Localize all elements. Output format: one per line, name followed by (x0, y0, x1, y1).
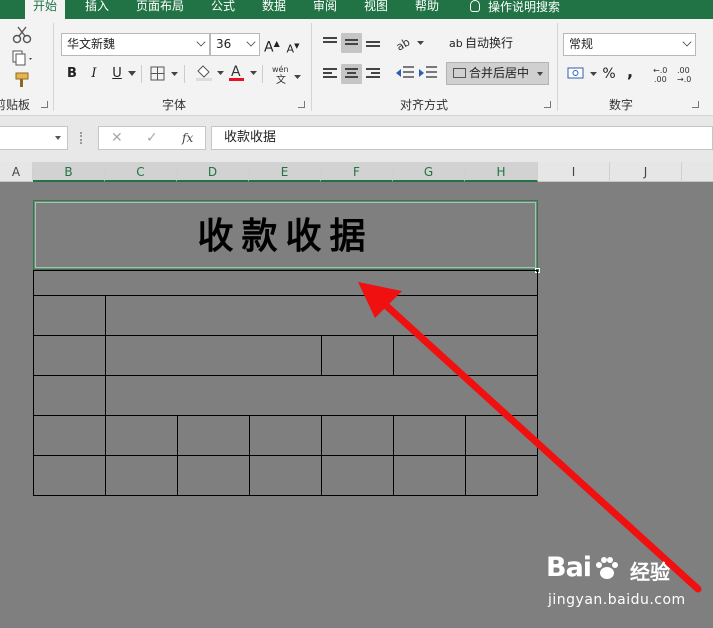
watermark-brand: 经验 (630, 560, 670, 584)
paw-logo-icon (596, 557, 618, 579)
watermark-logo: Bai (546, 552, 592, 583)
annotation-arrow-icon (358, 282, 702, 593)
watermark-url: jingyan.baidu.com (548, 592, 686, 608)
baidu-jingyan-watermark: Bai 经验 jingyan.baidu.com (546, 552, 706, 612)
excel-window: 开始 插入 页面布局 公式 数据 审阅 视图 帮助 操作说明搜索 剪贴板 华文新… (0, 0, 713, 628)
